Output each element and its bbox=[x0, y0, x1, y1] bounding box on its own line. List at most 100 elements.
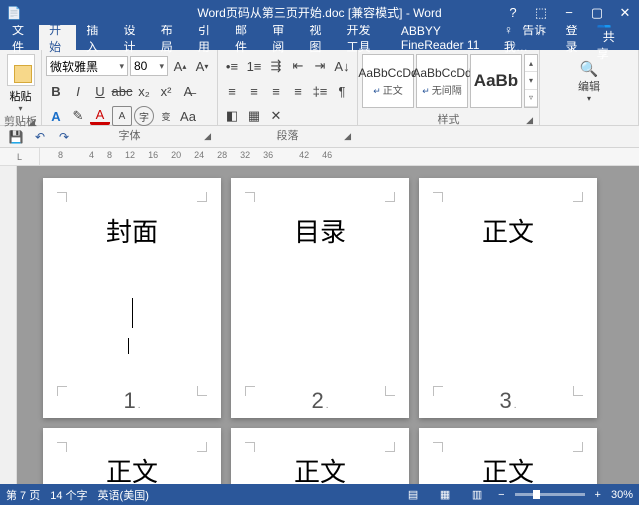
line-spacing-icon[interactable]: ‡≡ bbox=[310, 81, 330, 101]
font-name-combo[interactable]: 微软雅黑▾ bbox=[46, 56, 128, 76]
view-print-icon[interactable]: ▦ bbox=[434, 487, 456, 503]
status-word-count[interactable]: 14 个字 bbox=[50, 487, 87, 503]
styles-group-label: 样式◢ bbox=[362, 111, 535, 125]
tab-developer[interactable]: 开发工具 bbox=[337, 25, 391, 50]
style-heading1[interactable]: AaBb bbox=[470, 54, 522, 108]
ruler-horizontal: L 8 4 8 12 16 20 24 28 32 36 42 46 bbox=[0, 148, 639, 166]
page-title-text: 正文 bbox=[482, 212, 534, 249]
align-center-icon[interactable]: ≡ bbox=[244, 81, 264, 101]
paragraph-dialog-launcher-icon[interactable]: ◢ bbox=[344, 131, 351, 142]
page-thumbnail[interactable]: 正文 bbox=[231, 428, 409, 484]
save-icon[interactable]: 💾 bbox=[8, 129, 24, 145]
zoom-out-icon[interactable]: − bbox=[498, 489, 504, 501]
borders-icon[interactable]: ▦ bbox=[244, 106, 264, 126]
text-cursor bbox=[132, 298, 133, 328]
page-thumbnail[interactable]: 目录 2. bbox=[231, 178, 409, 418]
page-number: 3 bbox=[499, 388, 511, 413]
app-icon: 📄 bbox=[5, 6, 23, 20]
status-page[interactable]: 第 7 页 bbox=[6, 487, 40, 503]
paste-button[interactable]: 粘贴 ▾ bbox=[4, 52, 37, 113]
change-case-icon[interactable]: Aa bbox=[178, 106, 198, 126]
group-clipboard: 粘贴 ▾ 剪贴板◢ bbox=[0, 50, 42, 125]
font-dialog-launcher-icon[interactable]: ◢ bbox=[204, 131, 211, 142]
clipboard-group-label: 剪贴板◢ bbox=[4, 113, 37, 127]
char-shading-icon[interactable]: A bbox=[112, 106, 132, 126]
page-number: 1 bbox=[123, 388, 135, 413]
superscript-icon[interactable]: x² bbox=[156, 81, 176, 101]
tab-mailings[interactable]: 邮件 bbox=[225, 25, 262, 50]
page-title-text: 正文 bbox=[294, 452, 346, 484]
clipboard-dialog-launcher-icon[interactable]: ◢ bbox=[28, 117, 35, 128]
italic-icon[interactable]: I bbox=[68, 81, 88, 101]
page-number: 2 bbox=[311, 388, 323, 413]
tab-review[interactable]: 审阅 bbox=[262, 25, 299, 50]
style-preview: AaBb bbox=[474, 71, 518, 91]
document-canvas[interactable]: 封面 1. 目录 2. 正文 3. 正文 bbox=[17, 166, 639, 484]
expand-gallery-icon[interactable]: ▿ bbox=[525, 90, 537, 107]
sort-icon[interactable]: A↓ bbox=[332, 56, 352, 76]
font-color-icon[interactable]: A bbox=[90, 108, 110, 125]
show-marks-icon[interactable]: ¶ bbox=[332, 81, 352, 101]
decrease-indent-icon[interactable]: ⇤ bbox=[288, 56, 308, 76]
tab-view[interactable]: 视图 bbox=[299, 25, 336, 50]
zoom-level[interactable]: 30% bbox=[611, 489, 633, 501]
multilevel-icon[interactable]: ⇶ bbox=[266, 56, 286, 76]
highlight-icon[interactable]: ✎ bbox=[68, 106, 88, 126]
style-no-spacing[interactable]: AaBbCcDd ↵无间隔 bbox=[416, 54, 468, 108]
ribbon-display-icon[interactable]: ⬚ bbox=[527, 0, 555, 25]
tab-insert[interactable]: 插入 bbox=[76, 25, 113, 50]
justify-icon[interactable]: ≡ bbox=[288, 81, 308, 101]
bullets-icon[interactable]: •≡ bbox=[222, 56, 242, 76]
strike-icon[interactable]: abc bbox=[112, 81, 132, 101]
subscript-icon[interactable]: x₂ bbox=[134, 81, 154, 101]
view-web-icon[interactable]: ▥ bbox=[466, 487, 488, 503]
ribbon: 粘贴 ▾ 剪贴板◢ 微软雅黑▾ 80▾ A▴ A▾ B I U abc x₂ x… bbox=[0, 50, 639, 126]
tab-abbyy[interactable]: ABBYY FineReader 11 bbox=[391, 25, 498, 50]
editing-dropdown[interactable]: 🔍 编辑 ▾ bbox=[578, 60, 600, 103]
page-title-text: 目录 bbox=[294, 212, 346, 249]
styles-gallery-more[interactable]: ▴ ▾ ▿ bbox=[524, 54, 538, 108]
ruler-vertical bbox=[0, 166, 17, 484]
enclose-char-icon[interactable]: 字 bbox=[134, 106, 154, 126]
shrink-font-icon[interactable]: A▾ bbox=[192, 56, 212, 76]
view-read-icon[interactable]: ▤ bbox=[402, 487, 424, 503]
help-icon[interactable]: ? bbox=[499, 0, 527, 25]
minimize-icon[interactable]: − bbox=[555, 0, 583, 25]
tab-file[interactable]: 文件 bbox=[2, 25, 39, 50]
align-right-icon[interactable]: ≡ bbox=[266, 81, 286, 101]
tab-home[interactable]: 开始 bbox=[39, 25, 76, 50]
maximize-icon[interactable]: ▢ bbox=[583, 0, 611, 25]
text-effects-icon[interactable]: A bbox=[46, 106, 66, 126]
page-thumbnail[interactable]: 正文 3. bbox=[419, 178, 597, 418]
tab-references[interactable]: 引用 bbox=[188, 25, 225, 50]
group-paragraph: •≡ 1≡ ⇶ ⇤ ⇥ A↓ ≡ ≡ ≡ ≡ ‡≡ ¶ ◧ ▦ ✕ 段落◢ bbox=[218, 50, 358, 125]
zoom-slider[interactable] bbox=[515, 493, 585, 496]
style-name: 正文 bbox=[383, 86, 403, 97]
phonetic-icon[interactable]: 变 bbox=[156, 106, 176, 126]
asian-layout-icon[interactable]: ✕ bbox=[266, 106, 286, 126]
status-language[interactable]: 英语(美国) bbox=[98, 487, 149, 503]
close-icon[interactable]: ✕ bbox=[611, 0, 639, 25]
zoom-in-icon[interactable]: + bbox=[595, 489, 601, 501]
paragraph-group-label: 段落◢ bbox=[222, 127, 353, 141]
page-thumbnail[interactable]: 封面 1. bbox=[43, 178, 221, 418]
page-title-text: 正文 bbox=[482, 452, 534, 484]
increase-indent-icon[interactable]: ⇥ bbox=[310, 56, 330, 76]
font-size-combo[interactable]: 80▾ bbox=[130, 56, 168, 76]
page-thumbnail[interactable]: 正文 bbox=[43, 428, 221, 484]
tab-design[interactable]: 设计 bbox=[114, 25, 151, 50]
tab-layout[interactable]: 布局 bbox=[151, 25, 188, 50]
scroll-down-icon[interactable]: ▾ bbox=[525, 72, 537, 89]
clear-format-icon[interactable]: A̶ bbox=[178, 81, 198, 101]
grow-font-icon[interactable]: A▴ bbox=[170, 56, 190, 76]
style-normal[interactable]: AaBbCcDd ↵正文 bbox=[362, 54, 414, 108]
scroll-up-icon[interactable]: ▴ bbox=[525, 55, 537, 72]
bold-icon[interactable]: B bbox=[46, 81, 66, 101]
shading-icon[interactable]: ◧ bbox=[222, 106, 242, 126]
title-bar: 📄 Word页码从第三页开始.doc [兼容模式] - Word ? ⬚ − ▢… bbox=[0, 0, 639, 25]
underline-icon[interactable]: U bbox=[90, 81, 110, 101]
styles-dialog-launcher-icon[interactable]: ◢ bbox=[526, 115, 533, 126]
page-thumbnail[interactable]: 正文 bbox=[419, 428, 597, 484]
numbering-icon[interactable]: 1≡ bbox=[244, 56, 264, 76]
align-left-icon[interactable]: ≡ bbox=[222, 81, 242, 101]
